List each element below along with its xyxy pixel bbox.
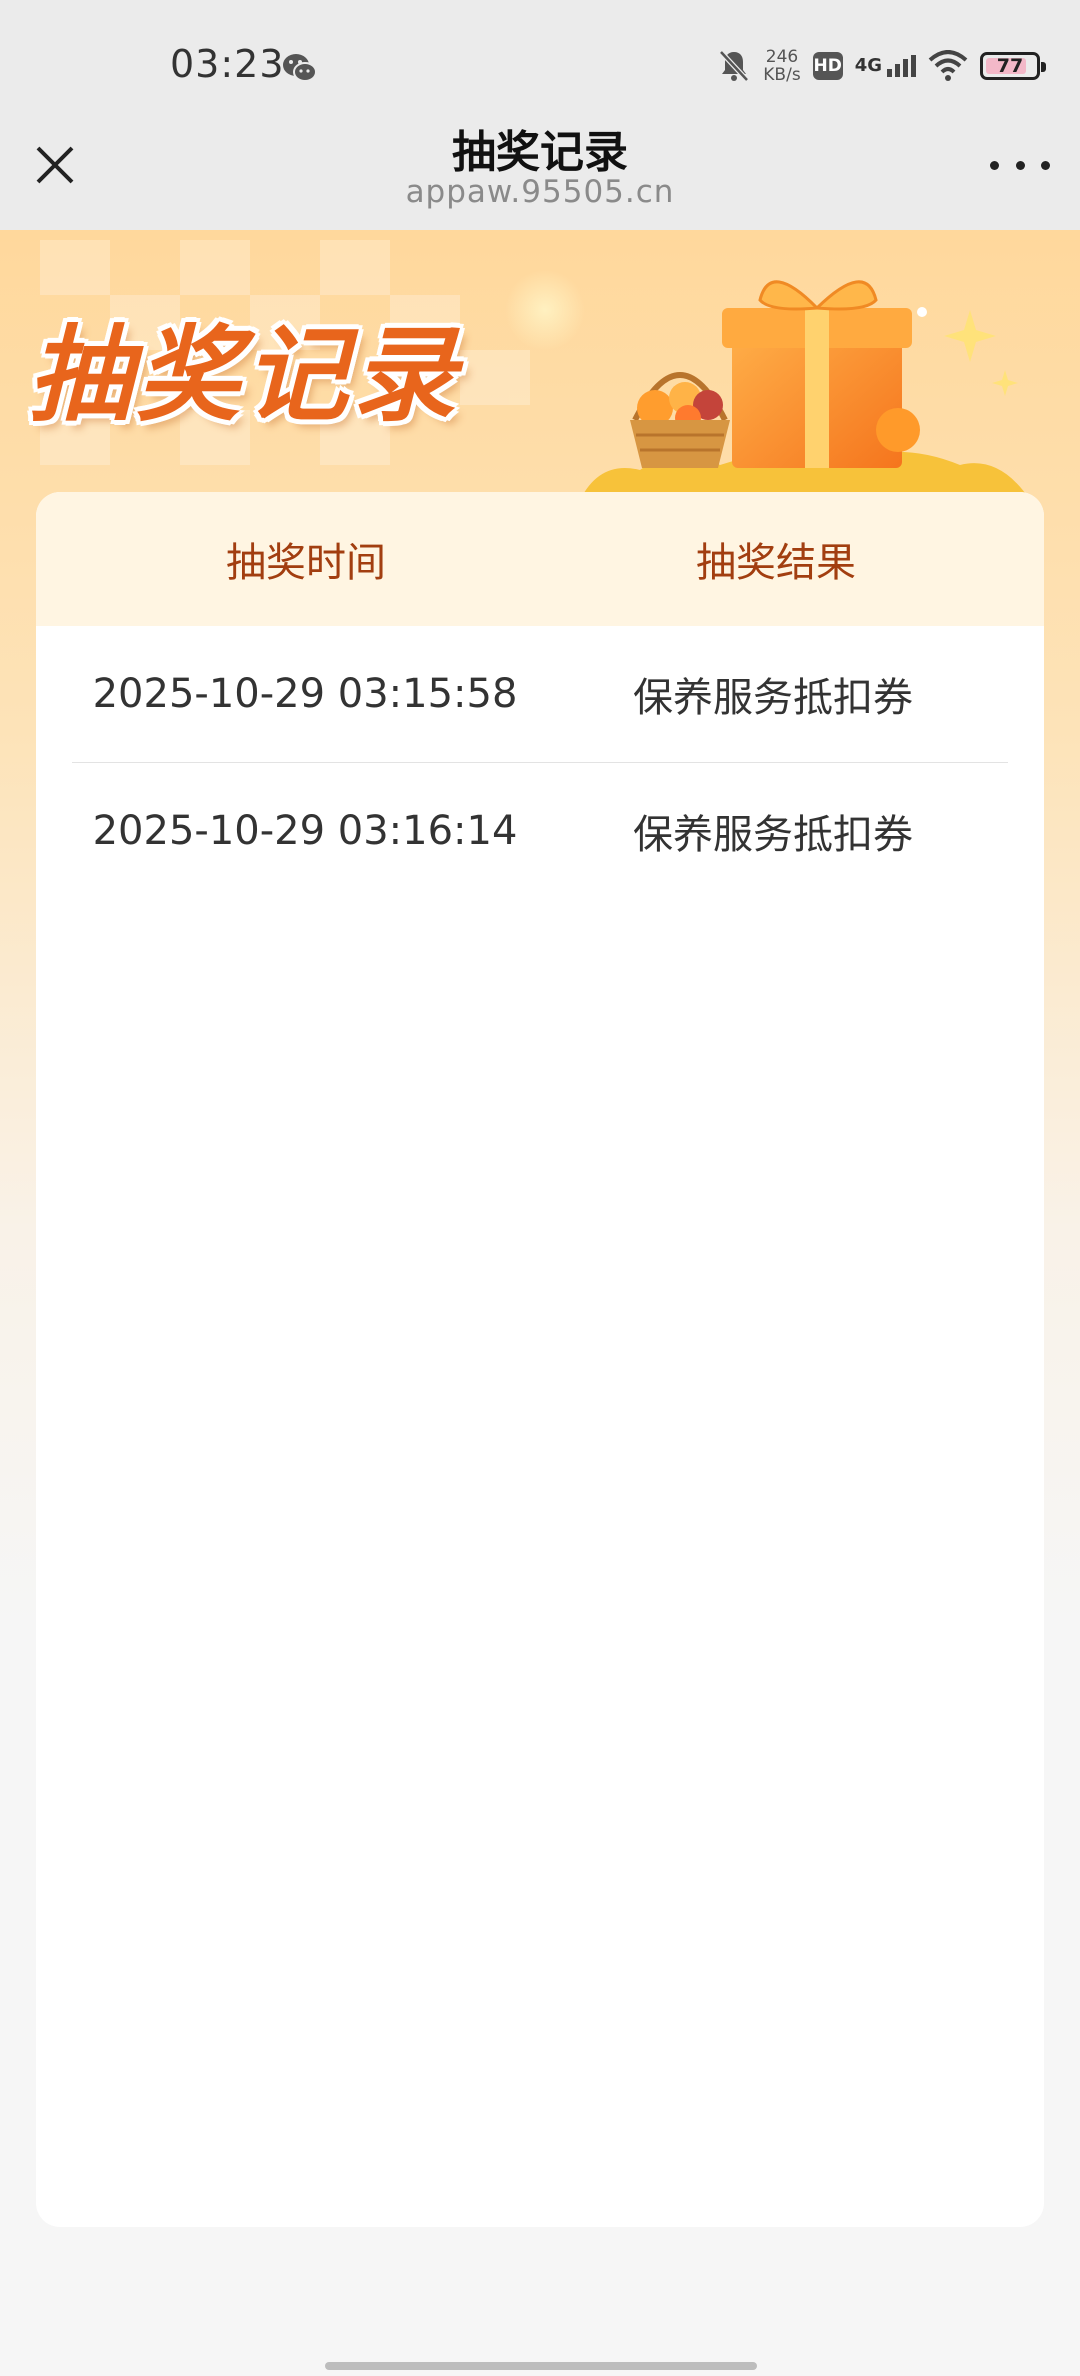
wechat-icon — [283, 54, 317, 82]
table-header: 抽奖时间 抽奖结果 — [36, 492, 1044, 626]
nav-url: appaw.95505.cn — [405, 174, 675, 210]
header-result: 抽奖结果 — [696, 540, 856, 586]
row-result: 保养服务抵扣券 — [633, 812, 913, 858]
battery-level: 77 — [996, 55, 1024, 77]
nav-title: 抽奖记录 — [452, 127, 628, 178]
battery-icon: 77 — [980, 52, 1046, 80]
cell-signal-icon: 4G — [855, 55, 916, 77]
status-icons: 246 KB/s HD 4G 77 — [717, 44, 1046, 88]
table-row: 2025-10-29 03:15:58 保养服务抵扣券 — [72, 626, 1008, 762]
banner-title: 抽奖记录 — [28, 313, 461, 436]
network-label: 4G — [854, 55, 882, 76]
table-row: 2025-10-29 03:16:14 保养服务抵扣券 — [72, 762, 1008, 899]
net-speed: 246 KB/s — [763, 48, 800, 84]
wifi-icon — [928, 50, 968, 81]
mute-bell-icon — [719, 50, 750, 82]
header-time: 抽奖时间 — [226, 540, 386, 586]
page-content: 抽奖记录 抽奖时间 抽奖结果 2025-10-29 03:15:58 保养服务抵… — [0, 230, 1080, 2376]
row-result: 保养服务抵扣券 — [633, 675, 913, 721]
row-time: 2025-10-29 03:15:58 — [92, 671, 518, 717]
status-time: 03:23 — [170, 42, 285, 86]
net-speed-unit: KB/s — [763, 65, 801, 85]
home-indicator[interactable] — [325, 2362, 757, 2370]
records-card: 抽奖时间 抽奖结果 2025-10-29 03:15:58 保养服务抵扣券 20… — [36, 492, 1044, 2227]
more-options-icon[interactable] — [990, 140, 1050, 190]
hd-badge: HD — [812, 52, 843, 80]
status-bar: 03:23 246 KB/s HD 4G 77 — [0, 0, 1080, 130]
net-speed-value: 246 — [765, 47, 799, 67]
row-time: 2025-10-29 03:16:14 — [92, 808, 518, 854]
nav-bar: 抽奖记录 appaw.95505.cn — [0, 127, 1080, 230]
